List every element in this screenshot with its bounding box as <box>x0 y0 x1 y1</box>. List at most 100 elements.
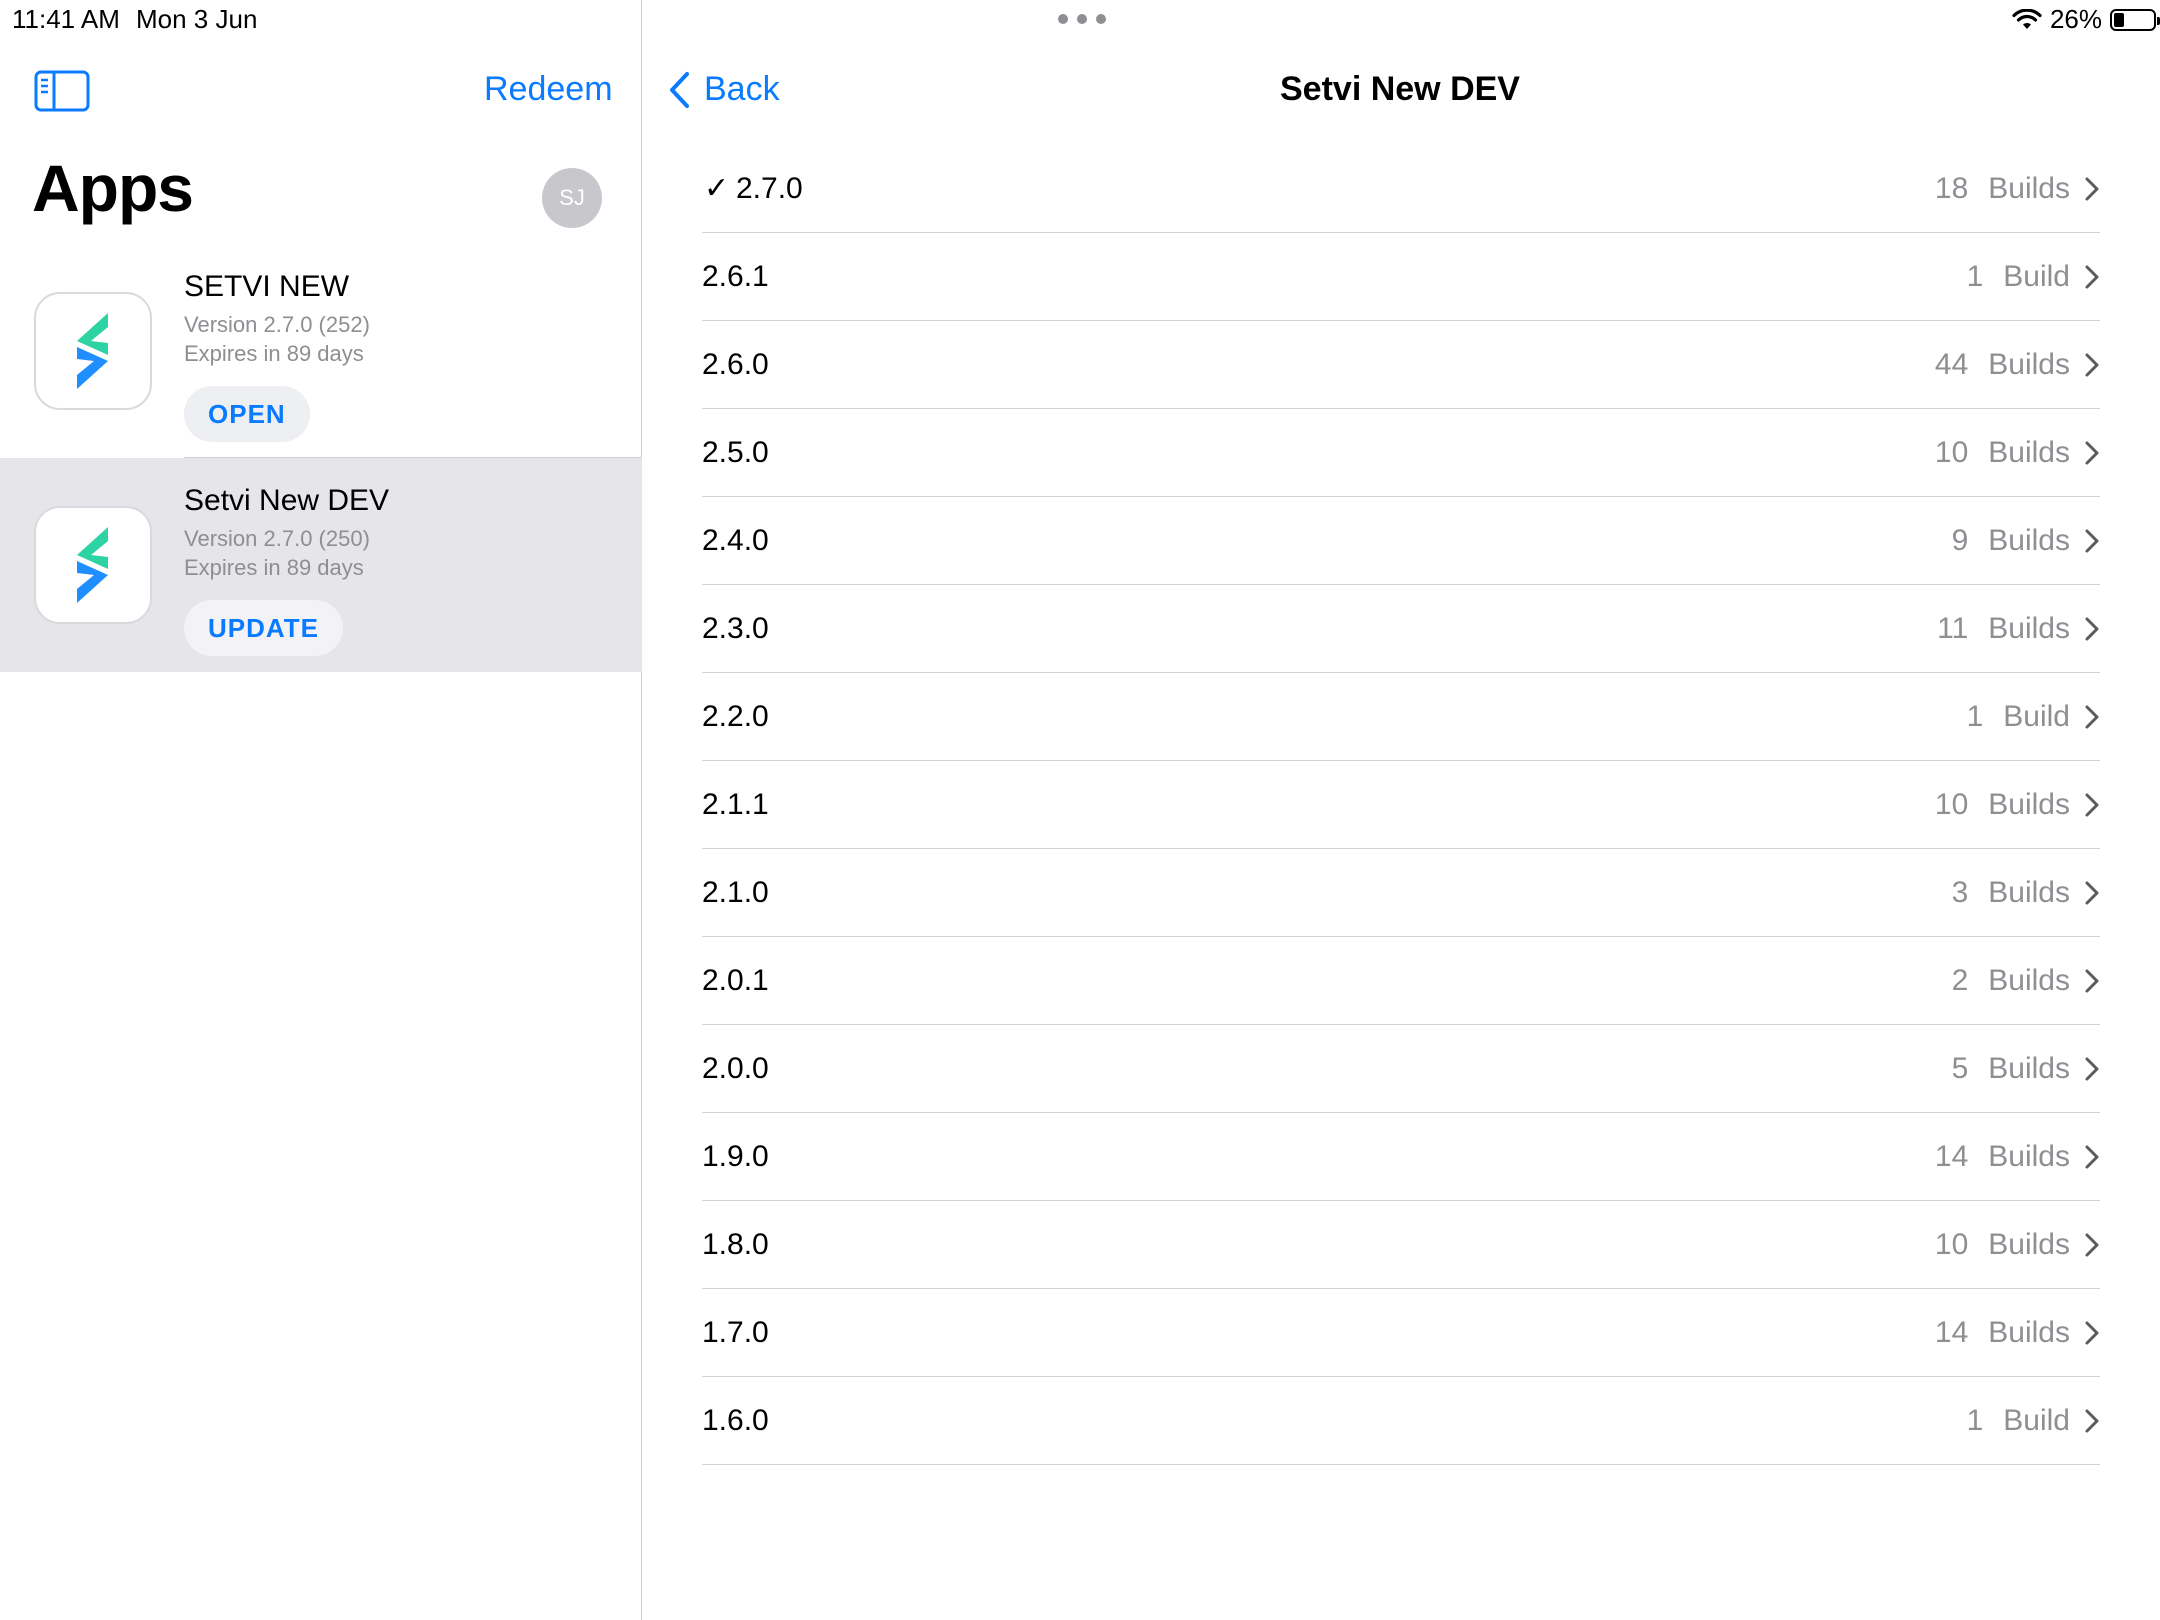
build-count-number: 11 <box>1937 611 1969 645</box>
version-label: 1.7.0 <box>702 1315 769 1349</box>
version-label: 2.1.1 <box>702 787 769 821</box>
build-count-number: 44 <box>1934 347 1969 381</box>
battery-icon <box>2110 8 2160 31</box>
version-row[interactable]: 2.2.0 1 Build <box>702 673 2100 761</box>
version-row[interactable]: 2.5.0 10 Builds <box>702 409 2100 497</box>
chevron-right-icon <box>2085 529 2099 552</box>
version-row[interactable]: 1.6.0 1 Build <box>702 1377 2100 1465</box>
sidebar-toggle-icon[interactable] <box>34 70 90 112</box>
build-count: 11 Builds <box>1937 612 2070 646</box>
build-count-number: 10 <box>1934 1227 1969 1261</box>
chevron-right-icon <box>2085 793 2099 816</box>
setvi-app-icon <box>34 506 152 624</box>
screen: 11:41 AM Mon 3 Jun 26% Redeem Apps SJ SE… <box>0 0 2160 1620</box>
version-label: 2.5.0 <box>702 435 769 469</box>
version-row[interactable]: 1.7.0 14 Builds <box>702 1289 2100 1377</box>
page-title: Apps <box>32 151 194 225</box>
build-count-unit: Builds <box>1988 171 2070 205</box>
update-button[interactable]: UPDATE <box>184 600 343 656</box>
build-count-number: 14 <box>1934 1139 1969 1173</box>
status-right: 26% <box>2012 4 2160 35</box>
version-label: 2.4.0 <box>702 523 769 557</box>
build-count-unit: Builds <box>1988 1227 2070 1261</box>
chevron-right-icon <box>2085 177 2099 200</box>
wifi-icon <box>2012 8 2042 29</box>
version-row[interactable]: 2.6.1 1 Build <box>702 233 2100 321</box>
back-label: Back <box>704 70 780 108</box>
chevron-right-icon <box>2085 1321 2099 1344</box>
version-row[interactable]: 1.8.0 10 Builds <box>702 1201 2100 1289</box>
build-count-unit: Builds <box>1988 611 2070 645</box>
build-count: 1 Build <box>1967 260 2070 294</box>
app-version: Version 2.7.0 (250) <box>184 526 370 551</box>
version-label: 2.7.0 <box>736 171 803 205</box>
app-name: Setvi New DEV <box>184 484 390 517</box>
app-row-setvi-new[interactable]: SETVI NEW Version 2.7.0 (252) Expires in… <box>0 246 642 458</box>
build-count-number: 9 <box>1951 523 1969 557</box>
battery-level <box>2114 12 2124 27</box>
version-row[interactable]: 2.1.0 3 Builds <box>702 849 2100 937</box>
build-count-number: 10 <box>1934 787 1969 821</box>
chevron-right-icon <box>2085 1057 2099 1080</box>
version-list: ✓ 2.7.0 18 Builds 2.6.1 1 Build 2.6.0 44 Builds 2.… <box>702 145 2100 1465</box>
app-version: Version 2.7.0 (252) <box>184 312 370 337</box>
build-count: 3 Builds <box>1952 876 2070 910</box>
build-count: 14 Builds <box>1935 1316 2070 1350</box>
app-row-setvi-new-dev[interactable]: Setvi New DEV Version 2.7.0 (250) Expire… <box>0 458 642 672</box>
version-label: 1.6.0 <box>702 1403 769 1437</box>
version-row[interactable]: ✓ 2.7.0 18 Builds <box>702 145 2100 233</box>
build-count-number: 10 <box>1934 435 1969 469</box>
version-label: 2.0.0 <box>702 1051 769 1085</box>
setvi-app-icon <box>34 292 152 410</box>
build-count-unit: Builds <box>1988 435 2070 469</box>
battery-percent: 26% <box>2049 4 2102 34</box>
version-row[interactable]: 2.3.0 11 Builds <box>702 585 2100 673</box>
build-count-unit: Build <box>2003 1403 2070 1437</box>
build-count-number: 1 <box>1966 1403 1984 1437</box>
avatar[interactable]: SJ <box>542 168 602 228</box>
build-count: 18 Builds <box>1935 172 2070 206</box>
build-count-number: 18 <box>1934 171 1969 205</box>
build-count-unit: Build <box>2003 259 2070 293</box>
build-count-unit: Builds <box>1988 875 2070 909</box>
chevron-right-icon <box>2085 881 2099 904</box>
chevron-right-icon <box>2085 969 2099 992</box>
chevron-right-icon <box>2085 441 2099 464</box>
build-count: 1 Build <box>1967 700 2070 734</box>
build-count-unit: Builds <box>1988 1139 2070 1173</box>
build-count: 5 Builds <box>1952 1052 2070 1086</box>
version-label: 2.6.0 <box>702 347 769 381</box>
version-row[interactable]: 1.9.0 14 Builds <box>702 1113 2100 1201</box>
version-row[interactable]: 2.1.1 10 Builds <box>702 761 2100 849</box>
build-count: 2 Builds <box>1952 964 2070 998</box>
build-count-unit: Builds <box>1988 963 2070 997</box>
version-row[interactable]: 2.0.1 2 Builds <box>702 937 2100 1025</box>
build-count: 1 Build <box>1967 1404 2070 1438</box>
version-row[interactable]: 2.6.0 44 Builds <box>702 321 2100 409</box>
open-button[interactable]: OPEN <box>184 386 310 442</box>
build-count: 10 Builds <box>1935 1228 2070 1262</box>
build-count-unit: Builds <box>1988 523 2070 557</box>
build-count-number: 5 <box>1951 1051 1969 1085</box>
back-button[interactable]: Back <box>668 70 780 109</box>
version-row[interactable]: 2.4.0 9 Builds <box>702 497 2100 585</box>
chevron-right-icon <box>2085 265 2099 288</box>
build-count-unit: Builds <box>1988 1051 2070 1085</box>
build-count: 44 Builds <box>1935 348 2070 382</box>
build-count-unit: Build <box>2003 699 2070 733</box>
build-count-number: 2 <box>1951 963 1969 997</box>
multitasking-dots-icon[interactable] <box>1058 14 1106 24</box>
chevron-right-icon <box>2085 1145 2099 1168</box>
build-count-number: 3 <box>1951 875 1969 909</box>
chevron-right-icon <box>2085 1233 2099 1256</box>
version-label: 2.0.1 <box>702 963 769 997</box>
chevron-right-icon <box>2085 1409 2099 1432</box>
app-expiry: Expires in 89 days <box>184 555 364 580</box>
chevron-right-icon <box>2085 617 2099 640</box>
redeem-button[interactable]: Redeem <box>484 70 613 109</box>
version-row[interactable]: 2.0.0 5 Builds <box>702 1025 2100 1113</box>
chevron-right-icon <box>2085 353 2099 376</box>
app-expiry: Expires in 89 days <box>184 341 364 366</box>
build-count: 9 Builds <box>1952 524 2070 558</box>
detail-title: Setvi New DEV <box>1280 70 1520 108</box>
